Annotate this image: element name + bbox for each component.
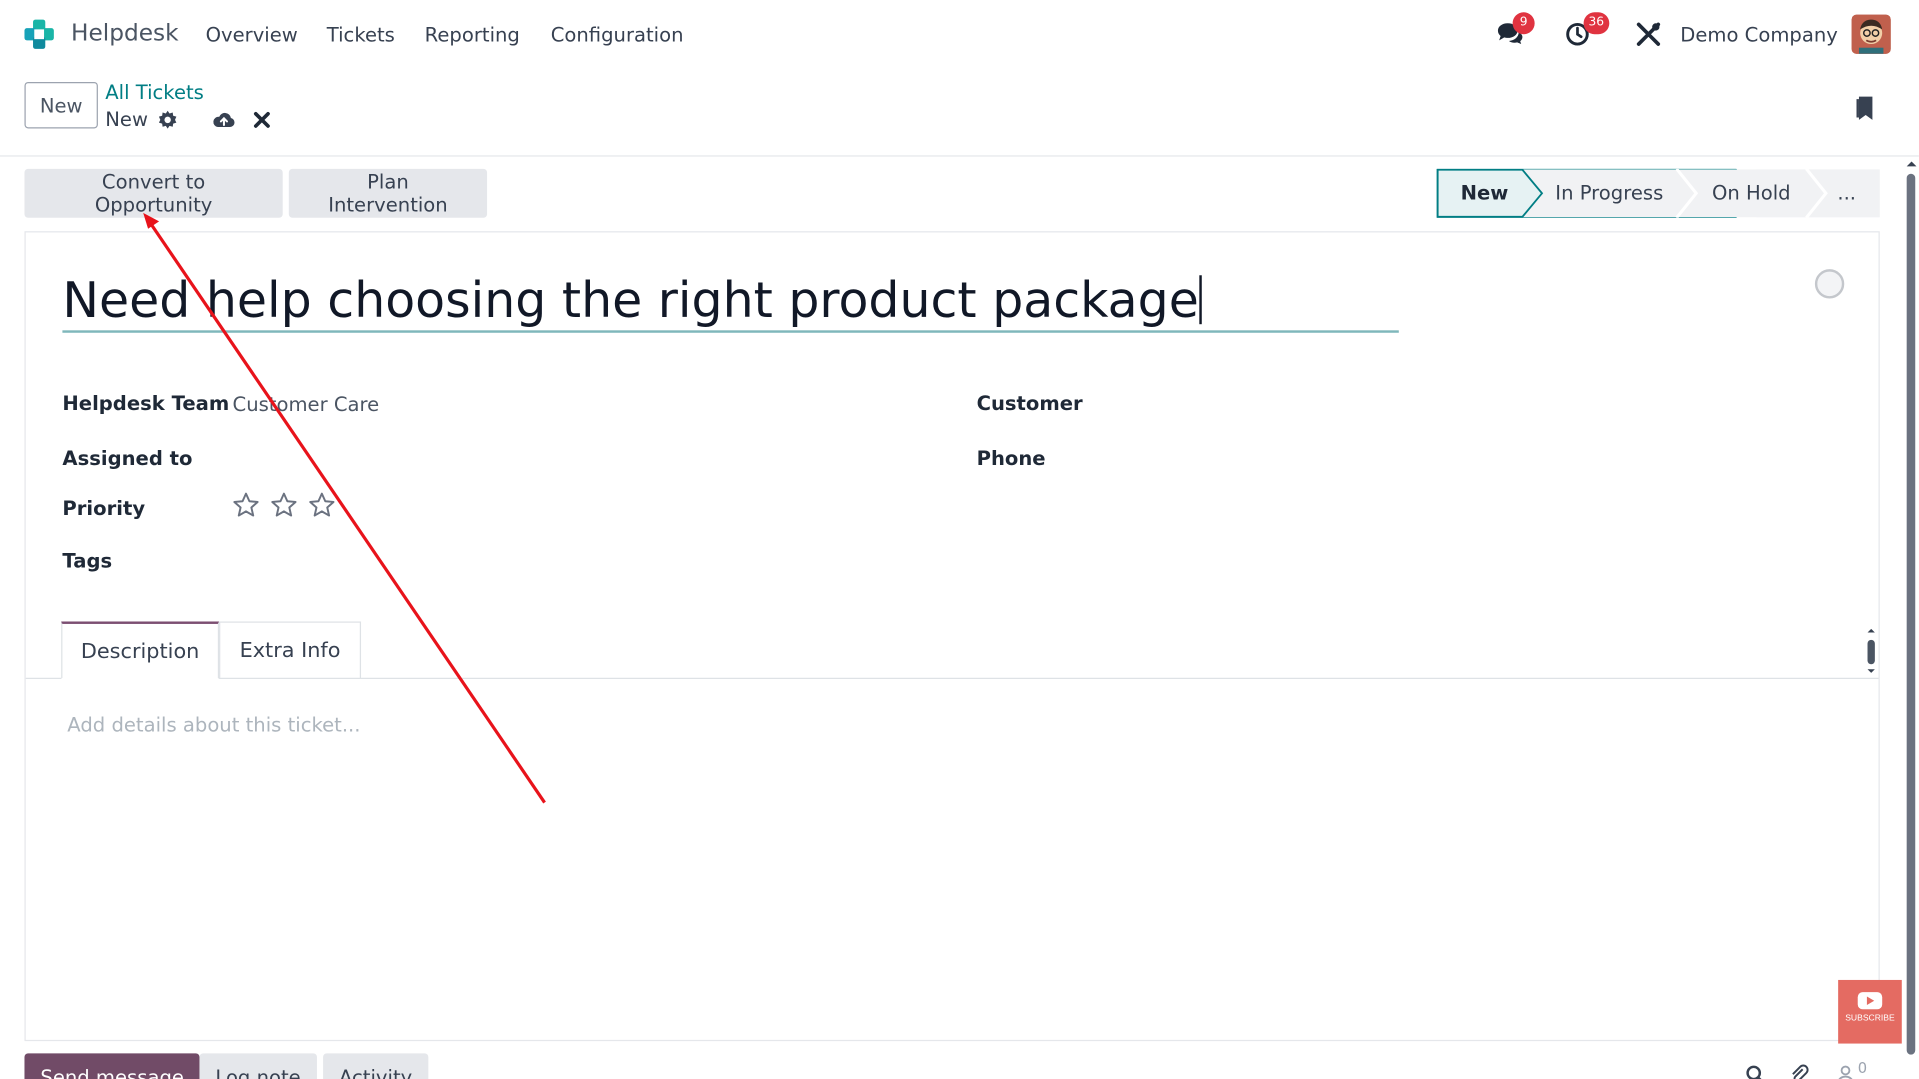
gear-icon[interactable]: [157, 109, 179, 131]
new-record-button[interactable]: New: [24, 81, 98, 129]
stage-on-hold[interactable]: On Hold: [1696, 169, 1806, 218]
activities-count-badge: 36: [1583, 12, 1609, 35]
ticket-title-text: Need help choosing the right product pac…: [62, 272, 1199, 330]
page-vertical-scrollbar[interactable]: [1904, 157, 1919, 1079]
tab-extra-info[interactable]: Extra Info: [219, 621, 362, 679]
phone-label: Phone: [976, 446, 1046, 470]
subscribe-label: SUBSCRIBE: [1845, 1014, 1895, 1023]
helpdesk-team-field[interactable]: Customer Care: [233, 393, 380, 416]
assigned-to-field[interactable]: [233, 443, 918, 472]
stage-new[interactable]: New: [1437, 169, 1532, 218]
text-caret: [1198, 275, 1202, 325]
notebook-tabs: Description Extra Info: [25, 621, 1879, 679]
search-icon[interactable]: [1745, 1064, 1765, 1079]
user-avatar-icon: [1851, 14, 1891, 54]
form-inner-scrollbar[interactable]: [1865, 628, 1877, 674]
menu-tickets[interactable]: Tickets: [327, 23, 395, 46]
tags-label: Tags: [62, 549, 113, 573]
youtube-subscribe-overlay[interactable]: SUBSCRIBE: [1838, 979, 1902, 1044]
followers-count: 0: [1857, 1059, 1868, 1077]
priority-star-icon[interactable]: [231, 491, 260, 520]
breadcrumb-all-tickets[interactable]: All Tickets: [105, 81, 204, 104]
menu-configuration[interactable]: Configuration: [551, 23, 684, 46]
messages-count-badge: 9: [1512, 12, 1535, 35]
customer-field[interactable]: [1127, 388, 1812, 417]
phone-field[interactable]: [1127, 443, 1812, 472]
plan-intervention-button[interactable]: Plan Intervention: [288, 168, 488, 218]
description-editor[interactable]: [50, 697, 1849, 1015]
stage-more-dropdown[interactable]: ...: [1826, 169, 1868, 218]
activities-systray-button[interactable]: 36: [1564, 12, 1609, 49]
priority-label: Priority: [62, 496, 146, 520]
scrollbar-thumb[interactable]: [1906, 173, 1916, 1055]
stage-in-progress[interactable]: In Progress: [1542, 169, 1677, 218]
breadcrumb-current: New: [105, 107, 148, 131]
form-sheet: Need help choosing the right product pac…: [24, 231, 1880, 1042]
tags-field[interactable]: [233, 546, 918, 575]
paperclip-icon[interactable]: [1789, 1064, 1809, 1079]
priority-star-icon[interactable]: [269, 491, 298, 520]
priority-stars: [231, 491, 339, 523]
app-brand-name[interactable]: Helpdesk: [71, 20, 179, 47]
stage-statusbar: New In Progress On Hold ...: [1436, 168, 1880, 218]
close-icon[interactable]: [252, 109, 272, 131]
control-panel: New All Tickets New: [0, 68, 1919, 157]
bookmark-icon[interactable]: [1853, 93, 1877, 122]
kanban-state-toggle[interactable]: [1814, 269, 1845, 299]
user-avatar[interactable]: [1851, 14, 1891, 54]
assigned-to-label: Assigned to: [62, 446, 193, 470]
follower-icon[interactable]: [1836, 1064, 1856, 1079]
customer-label: Customer: [976, 391, 1083, 415]
menu-overview[interactable]: Overview: [206, 23, 298, 46]
youtube-play-icon: [1857, 992, 1883, 1010]
log-note-button[interactable]: Log note: [199, 1053, 317, 1079]
convert-to-opportunity-button[interactable]: Convert to Opportunity: [24, 168, 283, 218]
scroll-up-arrow-icon[interactable]: [1904, 157, 1919, 172]
helpdesk-ticket-form-screen: Helpdesk Overview Tickets Reporting Conf…: [0, 0, 1919, 1079]
menu-reporting[interactable]: Reporting: [425, 23, 520, 46]
send-message-button[interactable]: Send message: [24, 1053, 200, 1079]
priority-star-icon[interactable]: [307, 491, 336, 520]
company-switcher[interactable]: Demo Company: [1680, 23, 1838, 46]
helpdesk-app-logo-icon[interactable]: [22, 17, 56, 51]
inner-scrollbar-graphic: [1867, 628, 1875, 673]
ticket-title-input[interactable]: Need help choosing the right product pac…: [62, 269, 1399, 333]
helpdesk-team-label: Helpdesk Team: [62, 391, 230, 415]
cloud-upload-icon[interactable]: [212, 109, 236, 131]
debug-tools-button[interactable]: [1634, 20, 1663, 49]
tools-icon: [1636, 22, 1661, 46]
activity-button[interactable]: Activity: [323, 1053, 429, 1079]
description-placeholder: Add details about this ticket...: [67, 713, 361, 737]
tab-description[interactable]: Description: [61, 621, 220, 679]
messages-systray-button[interactable]: 9: [1495, 12, 1535, 49]
main-navbar: Helpdesk Overview Tickets Reporting Conf…: [0, 0, 1919, 69]
